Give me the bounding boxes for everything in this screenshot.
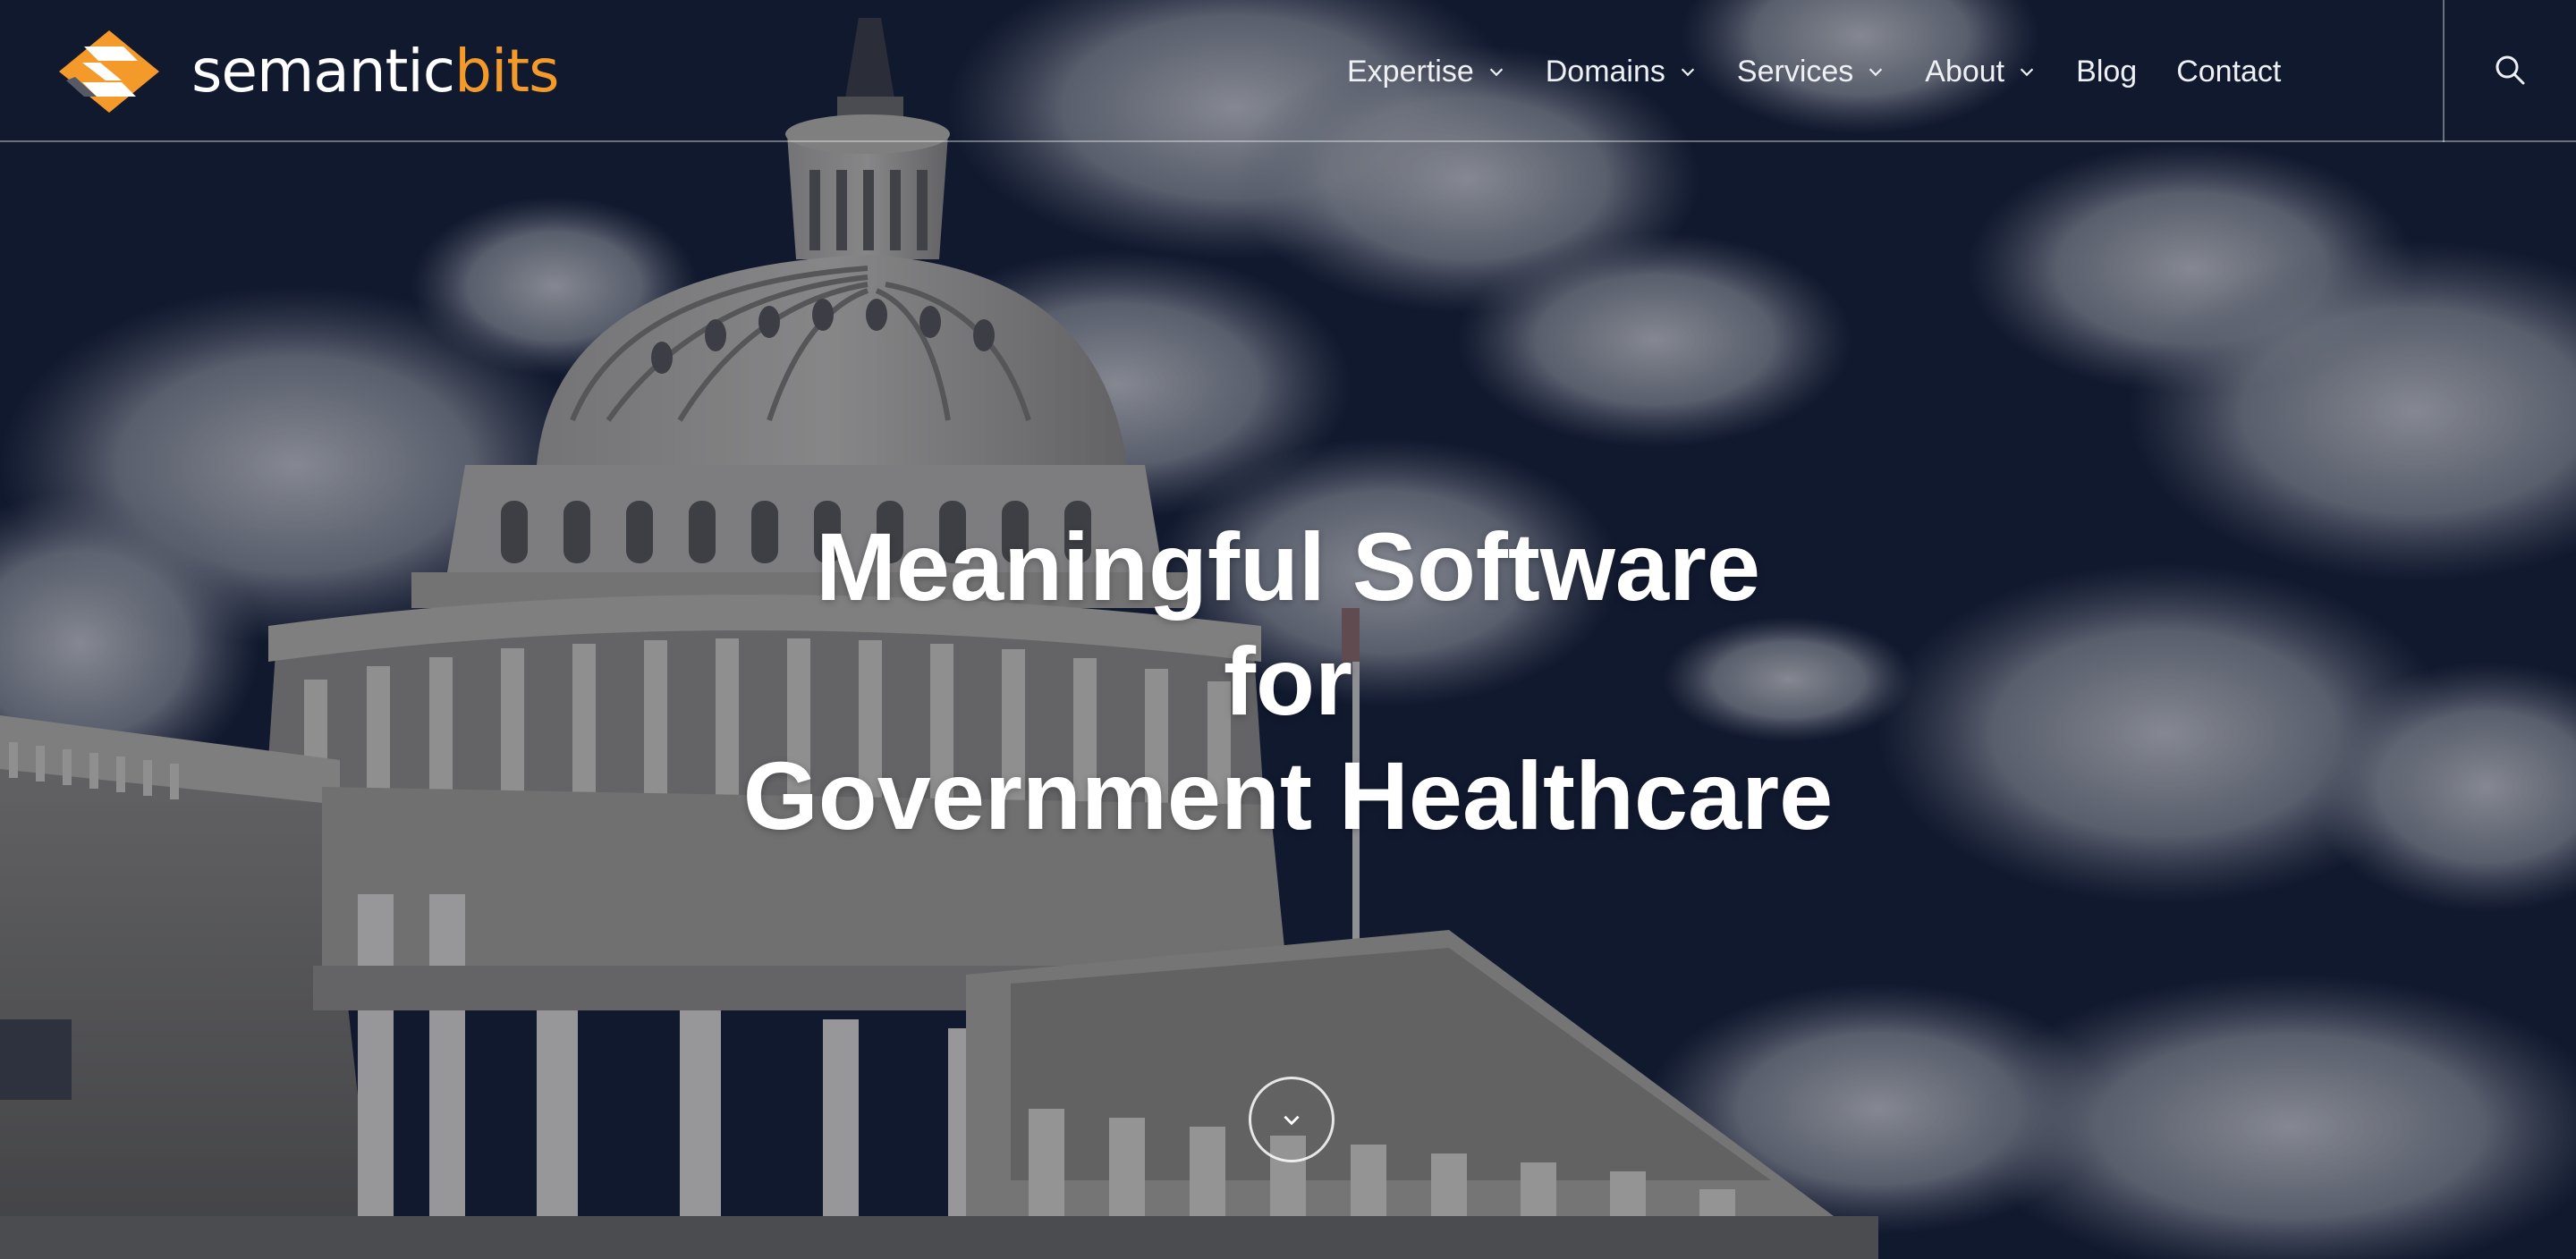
nav-item-about[interactable]: About (1925, 55, 2037, 89)
nav-label: Contact (2176, 54, 2282, 89)
chevron-down-icon (1681, 68, 1695, 77)
nav-label: Blog (2076, 54, 2138, 89)
site-header: semanticbits Expertise Domains Services … (0, 0, 2576, 142)
site-logo[interactable]: semanticbits (50, 25, 560, 118)
headline-line-3: Government Healthcare (742, 741, 1834, 849)
nav-item-blog[interactable]: Blog (2076, 55, 2137, 89)
semanticbits-logo-icon (59, 30, 159, 113)
chevron-down-icon (2020, 68, 2034, 77)
chevron-down-icon (1284, 1115, 1300, 1126)
search-icon (2496, 55, 2525, 85)
nav-item-domains[interactable]: Domains (1546, 55, 1698, 89)
nav-label: Services (1736, 54, 1854, 89)
nav-item-services[interactable]: Services (1737, 55, 1885, 89)
headline-line-1: Meaningful Software (815, 512, 1761, 621)
chevron-down-icon (1489, 68, 1503, 77)
brand-name: semanticbits (191, 37, 560, 106)
nav-item-expertise[interactable]: Expertise (1347, 55, 1506, 89)
nav-label: Domains (1545, 54, 1665, 89)
headline-line-2: for (1224, 627, 1352, 735)
nav-label: Expertise (1347, 54, 1474, 89)
main-nav: Expertise Domains Services About Blog Co… (1347, 46, 2281, 97)
nav-item-contact[interactable]: Contact (2176, 55, 2281, 89)
scroll-down-button[interactable] (1249, 1077, 1335, 1162)
hero-headline: Meaningful Software for Government Healt… (572, 510, 2004, 853)
chevron-down-icon (1869, 68, 1883, 77)
nav-label: About (1925, 54, 2005, 89)
search-button[interactable] (2492, 52, 2528, 88)
search-divider (2443, 0, 2445, 142)
